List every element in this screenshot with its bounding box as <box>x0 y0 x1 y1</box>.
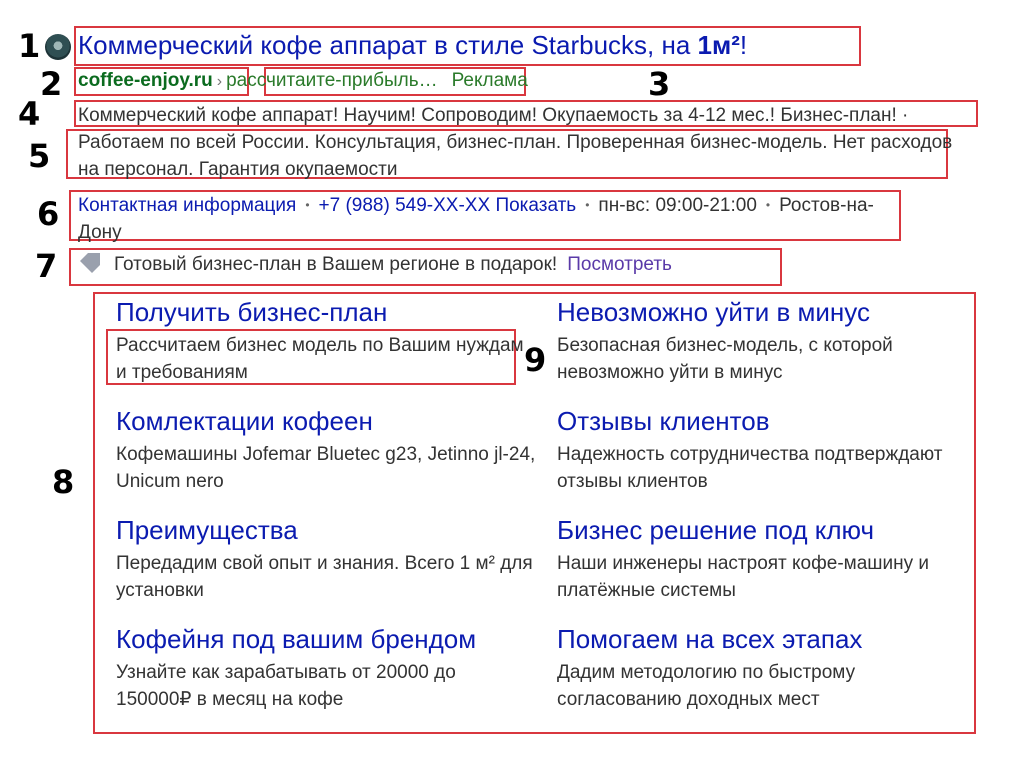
ad-title-text: Коммерческий кофе аппарат в стиле Starbu… <box>78 30 698 60</box>
sitelink-text: Кофемашины Jofemar Bluetec g23, Jetinno … <box>116 444 536 492</box>
sitelink-item: Преимущества Передадим свой опыт и знани… <box>116 514 536 604</box>
sitelink-item: Невозможно уйти в минус Безопасная бизне… <box>557 296 977 386</box>
ad-label: Реклама <box>451 70 528 91</box>
annotation-number-1: 1 <box>18 27 41 65</box>
sitelink-item: Бизнес решение под ключ Наши инженеры на… <box>557 514 977 604</box>
sitelink-item: Кофейня под вашим брендом Узнайте как за… <box>116 623 536 713</box>
annotation-number-8: 8 <box>52 463 75 501</box>
contacts-dot: • <box>765 198 771 212</box>
sitelink-title[interactable]: Невозможно уйти в минус <box>557 296 977 328</box>
sitelink-item: Комлектации кофеен Кофемашины Jofemar Bl… <box>116 405 536 495</box>
promo-view-link[interactable]: Посмотреть <box>567 254 672 275</box>
ad-title-link[interactable]: Коммерческий кофе аппарат в стиле Starbu… <box>78 30 747 61</box>
contacts-dot: • <box>585 198 590 212</box>
coffee-logo-icon[interactable] <box>45 34 71 60</box>
sitelink-title[interactable]: Кофейня под вашим брендом <box>116 623 536 655</box>
phone-number: +7 (988) 549-XX-XX <box>318 195 491 216</box>
sitelink-title[interactable]: Получить бизнес-план <box>116 296 536 328</box>
sitelink-text: Рассчитаем бизнес модель по Вашим нуждам… <box>116 335 524 383</box>
ad-url-line: coffee-enjoy.ru › рассчитаите-прибыль… Рекл… <box>78 70 528 92</box>
working-hours: пн-вс: 09:00-21:00 <box>598 195 757 216</box>
annotation-number-4: 4 <box>18 95 41 133</box>
url-path-link[interactable]: рассчитаите-прибыль… <box>226 70 437 91</box>
sitelink-text: Наши инженеры настроят кофе-машину и пла… <box>557 553 930 601</box>
annotation-number-2: 2 <box>40 65 63 103</box>
contact-info-link[interactable]: Контактная информация <box>78 195 296 216</box>
annotation-number-3: 3 <box>648 65 671 103</box>
sitelink-title[interactable]: Отзывы клиентов <box>557 405 977 437</box>
annotation-number-6: 6 <box>37 195 60 233</box>
show-phone-button[interactable]: Показать <box>495 195 576 216</box>
sitelink-title[interactable]: Комлектации кофеен <box>116 405 536 437</box>
sitelink-item: Получить бизнес-план Рассчитаем бизнес м… <box>116 296 536 386</box>
sitelink-text: Узнайте как зарабатывать от 20000 до 150… <box>116 662 456 710</box>
sitelink-text: Безопасная бизнес-модель, с которой нево… <box>557 335 893 383</box>
sitelink-text: Дадим методологию по быстрому согласован… <box>557 662 856 710</box>
ad-title-end: ! <box>739 30 748 60</box>
ad-title-bold: 1м² <box>697 30 740 60</box>
annotation-number-5: 5 <box>28 137 51 175</box>
sitelink-item: Помогаем на всех этапах Дадим методологи… <box>557 623 977 713</box>
promo-line: Готовый бизнес-план в Вашем регионе в по… <box>80 253 672 276</box>
sitelink-title[interactable]: Преимущества <box>116 514 536 546</box>
annotation-number-7: 7 <box>35 247 58 285</box>
promo-text: Готовый бизнес-план в Вашем регионе в по… <box>114 254 558 275</box>
domain-link[interactable]: coffee-enjoy.ru <box>78 70 213 91</box>
breadcrumb-separator: › <box>216 73 223 90</box>
sitelink-item: Отзывы клиентов Надежность сотрудничеств… <box>557 405 977 495</box>
tag-icon <box>80 253 100 273</box>
sitelink-title[interactable]: Бизнес решение под ключ <box>557 514 977 546</box>
ad-description: Коммерческий кофе аппарат! Научим! Сопро… <box>78 105 953 180</box>
sitelink-title[interactable]: Помогаем на всех этапах <box>557 623 977 655</box>
contacts-dot: • <box>305 198 310 212</box>
sitelink-text: Передадим свой опыт и знания. Всего 1 м²… <box>116 553 533 601</box>
phone-link[interactable]: +7 (988) 549-XX-XX Показать <box>319 195 577 216</box>
ad-contacts: Контактная информация • +7 (988) 549-XX-XX… <box>78 193 908 246</box>
sitelink-text: Надежность сотрудничества подтверждают о… <box>557 444 943 492</box>
